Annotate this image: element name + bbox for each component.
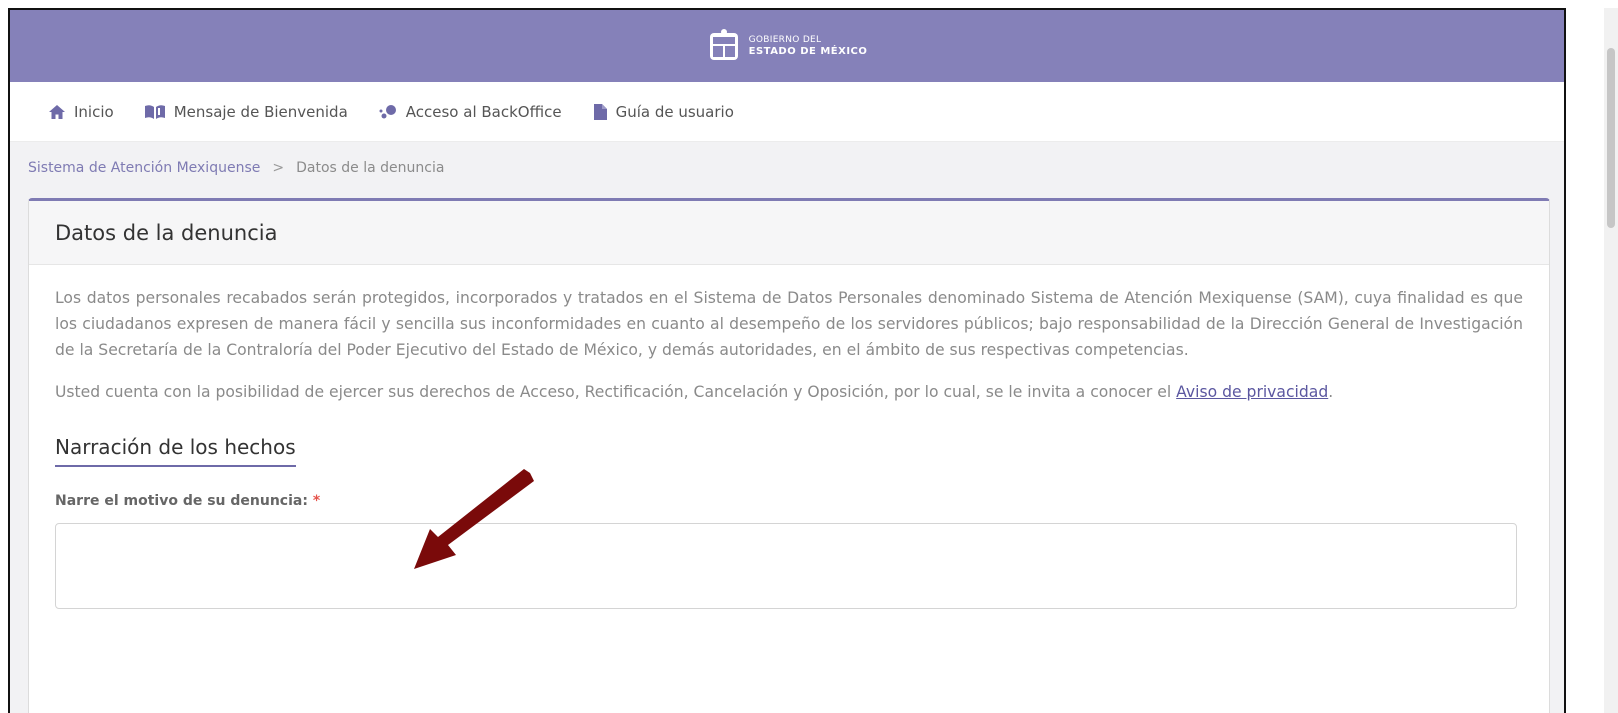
privacy-paragraph: Los datos personales recabados serán pro… [55, 289, 1523, 359]
logo-line1: GOBIERNO DEL [748, 34, 822, 45]
section-title-narracion: Narración de los hechos [55, 435, 296, 467]
nav-label-backoffice: Acceso al BackOffice [405, 102, 562, 121]
card-body: Los datos personales recabados serán pro… [29, 265, 1549, 609]
nav-item-mensaje-bienvenida[interactable]: Mensaje de Bienvenida [144, 103, 348, 121]
top-header-bar: GOBIERNO DEL ESTADO DE MÉXICO [10, 10, 1564, 82]
breadcrumb-current: Datos de la denuncia [296, 160, 445, 176]
government-logo[interactable]: GOBIERNO DEL ESTADO DE MÉXICO [707, 29, 868, 63]
breadcrumb-parent-link[interactable]: Sistema de Atención Mexiquense [28, 160, 260, 176]
rights-paragraph: Usted cuenta con la posibilidad de ejerc… [55, 379, 1523, 405]
card-title: Datos de la denuncia [29, 201, 1549, 265]
field-label-motivo: Narre el motivo de su denuncia: * [55, 493, 1523, 509]
annotation-arrow-icon [414, 469, 534, 569]
nav-item-inicio[interactable]: Inicio [48, 103, 114, 121]
main-nav: Inicio Mensaje de Bienvenida Acceso al B… [10, 82, 1564, 142]
home-icon [49, 104, 65, 119]
nav-label-mensaje: Mensaje de Bienvenida [173, 102, 348, 121]
nav-item-backoffice[interactable]: Acceso al BackOffice [378, 103, 562, 121]
rights-text: Usted cuenta con la posibilidad de ejerc… [55, 383, 1177, 401]
logo-text: GOBIERNO DEL ESTADO DE MÉXICO [748, 34, 868, 57]
book-icon [144, 104, 165, 119]
page-scrollbar[interactable] [1604, 8, 1618, 713]
browser-frame: GOBIERNO DEL ESTADO DE MÉXICO Inicio Men… [8, 8, 1566, 713]
logo-line2: ESTADO DE MÉXICO [748, 45, 868, 57]
seal-icon [709, 29, 738, 60]
nav-label-inicio: Inicio [74, 102, 114, 121]
complaint-card: Datos de la denuncia Los datos personale… [28, 198, 1550, 713]
document-icon [593, 103, 607, 120]
rights-period: . [1328, 383, 1334, 401]
scrollbar-thumb[interactable] [1607, 48, 1615, 228]
molecule-icon [379, 104, 396, 118]
required-mark: * [312, 493, 321, 509]
nav-label-guia: Guía de usuario [615, 102, 734, 121]
breadcrumb-separator: > [272, 160, 285, 176]
privacy-notice-link[interactable]: Aviso de privacidad [1176, 383, 1328, 401]
nav-item-guia-usuario[interactable]: Guía de usuario [592, 103, 734, 121]
denuncia-motivo-textarea[interactable] [55, 523, 1517, 609]
breadcrumb: Sistema de Atención Mexiquense > Datos d… [10, 142, 1564, 194]
field-label-text: Narre el motivo de su denuncia: [55, 493, 308, 509]
